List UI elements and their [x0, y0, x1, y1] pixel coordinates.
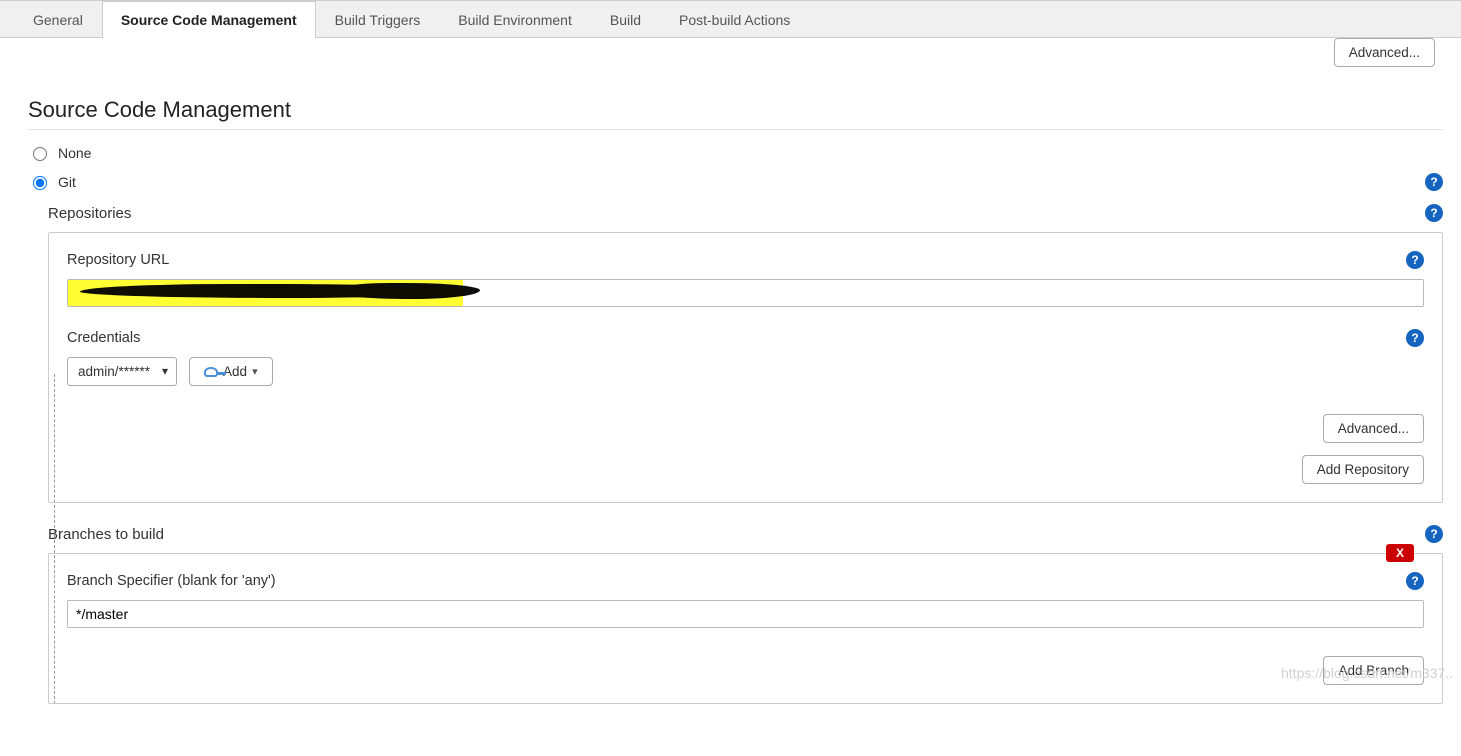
tab-build-triggers[interactable]: Build Triggers — [316, 1, 440, 38]
divider — [28, 129, 1443, 130]
repository-panel: Repository URL ? Credentials ? admin/***… — [48, 232, 1443, 503]
top-advanced-button[interactable]: Advanced... — [1334, 38, 1435, 67]
add-credentials-button[interactable]: Add — [189, 357, 273, 386]
repo-url-input[interactable] — [67, 279, 1424, 307]
tab-build[interactable]: Build — [591, 1, 660, 38]
help-icon[interactable]: ? — [1425, 204, 1443, 222]
branch-panel: X Branch Specifier (blank for 'any') ? A… — [48, 553, 1443, 704]
add-branch-button[interactable]: Add Branch — [1323, 656, 1424, 685]
add-credentials-label: Add — [223, 364, 247, 379]
help-icon[interactable]: ? — [1406, 572, 1424, 590]
branch-specifier-label: Branch Specifier (blank for 'any') — [67, 573, 276, 589]
radio-none-label: None — [58, 145, 91, 161]
delete-branch-button[interactable]: X — [1386, 544, 1414, 562]
repo-advanced-button[interactable]: Advanced... — [1323, 414, 1424, 443]
tab-build-environment[interactable]: Build Environment — [439, 1, 591, 38]
radio-none[interactable] — [33, 147, 47, 161]
radio-git-label: Git — [58, 174, 76, 190]
help-icon[interactable]: ? — [1425, 173, 1443, 191]
add-repository-button[interactable]: Add Repository — [1302, 455, 1424, 484]
key-icon — [204, 367, 218, 377]
help-icon[interactable]: ? — [1406, 251, 1424, 269]
tab-general[interactable]: General — [14, 1, 102, 38]
branches-label: Branches to build — [48, 526, 164, 543]
tab-scm[interactable]: Source Code Management — [102, 1, 316, 38]
repo-url-label: Repository URL — [67, 252, 169, 268]
section-title: Source Code Management — [28, 97, 1443, 123]
repositories-label: Repositories — [48, 205, 131, 222]
credentials-label: Credentials — [67, 330, 140, 346]
radio-git[interactable] — [33, 176, 47, 190]
tab-post-build-actions[interactable]: Post-build Actions — [660, 1, 809, 38]
scm-content: Advanced... Source Code Management None … — [0, 38, 1461, 756]
help-icon[interactable]: ? — [1425, 525, 1443, 543]
help-icon[interactable]: ? — [1406, 329, 1424, 347]
config-tab-bar: General Source Code Management Build Tri… — [0, 0, 1461, 38]
credentials-select[interactable]: admin/****** — [67, 357, 177, 386]
branch-specifier-input[interactable] — [67, 600, 1424, 628]
